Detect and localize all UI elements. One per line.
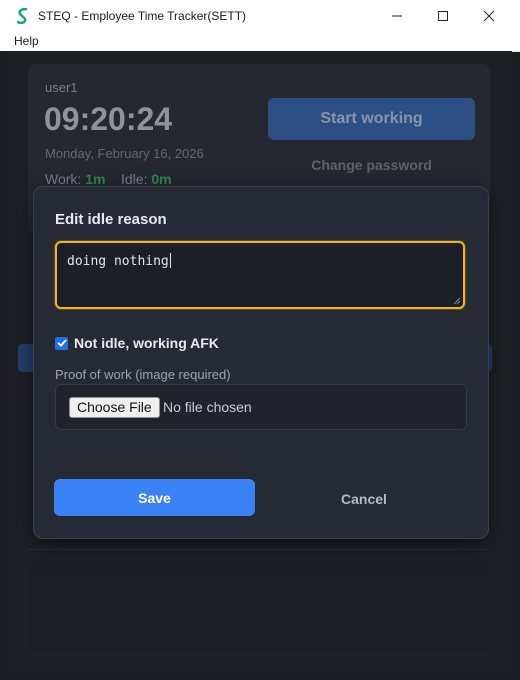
save-button[interactable]: Save [54, 479, 255, 516]
afk-label[interactable]: Not idle, working AFK [74, 335, 219, 351]
menu-bar: Help [0, 32, 520, 52]
idle-label: Idle: [121, 171, 148, 187]
background-panel [28, 561, 490, 653]
close-button[interactable] [466, 0, 512, 32]
window-left-edge [0, 51, 8, 680]
minimize-icon [392, 15, 402, 17]
choose-file-button[interactable]: Choose File [69, 397, 160, 418]
clock-display: 09:20:24 [44, 101, 173, 137]
close-icon [483, 10, 495, 22]
idle-reason-value: doing nothing [67, 254, 169, 269]
menu-item-help[interactable]: Help [14, 34, 39, 48]
work-value: 1m [85, 171, 106, 187]
start-working-button[interactable]: Start working [268, 98, 475, 140]
maximize-icon [438, 11, 448, 21]
file-status-text: No file chosen [163, 399, 252, 415]
window-title: STEQ - Employee Time Tracker(SETT) [38, 9, 247, 23]
work-label: Work: [45, 171, 82, 187]
idle-reason-textarea[interactable]: doing nothing [55, 241, 465, 309]
maximize-button[interactable] [420, 0, 466, 32]
afk-checkbox[interactable] [55, 336, 68, 350]
idle-value: 0m [151, 171, 172, 187]
proof-file-input[interactable]: Choose File No file chosen [55, 384, 467, 430]
afk-checkbox-row[interactable]: Not idle, working AFK [55, 335, 219, 351]
idle-reason-text: doing nothing [67, 253, 171, 269]
edit-idle-reason-dialog: Edit idle reason doing nothing Not idle,… [33, 186, 489, 539]
text-caret [169, 253, 171, 268]
checkmark-icon [57, 339, 67, 347]
minimize-button[interactable] [374, 0, 420, 32]
app-logo-icon [16, 8, 28, 24]
date-display: Monday, February 16, 2026 [45, 146, 204, 161]
proof-of-work-label: Proof of work (image required) [55, 367, 231, 382]
cancel-button[interactable]: Cancel [289, 491, 439, 507]
window-titlebar: STEQ - Employee Time Tracker(SETT) [0, 0, 520, 32]
change-password-button[interactable]: Change password [268, 157, 475, 173]
user-name: user1 [45, 80, 78, 95]
work-idle-summary: Work: 1m Idle: 0m [45, 171, 172, 187]
dialog-title: Edit idle reason [55, 211, 167, 228]
resize-grip-icon[interactable] [453, 297, 461, 305]
